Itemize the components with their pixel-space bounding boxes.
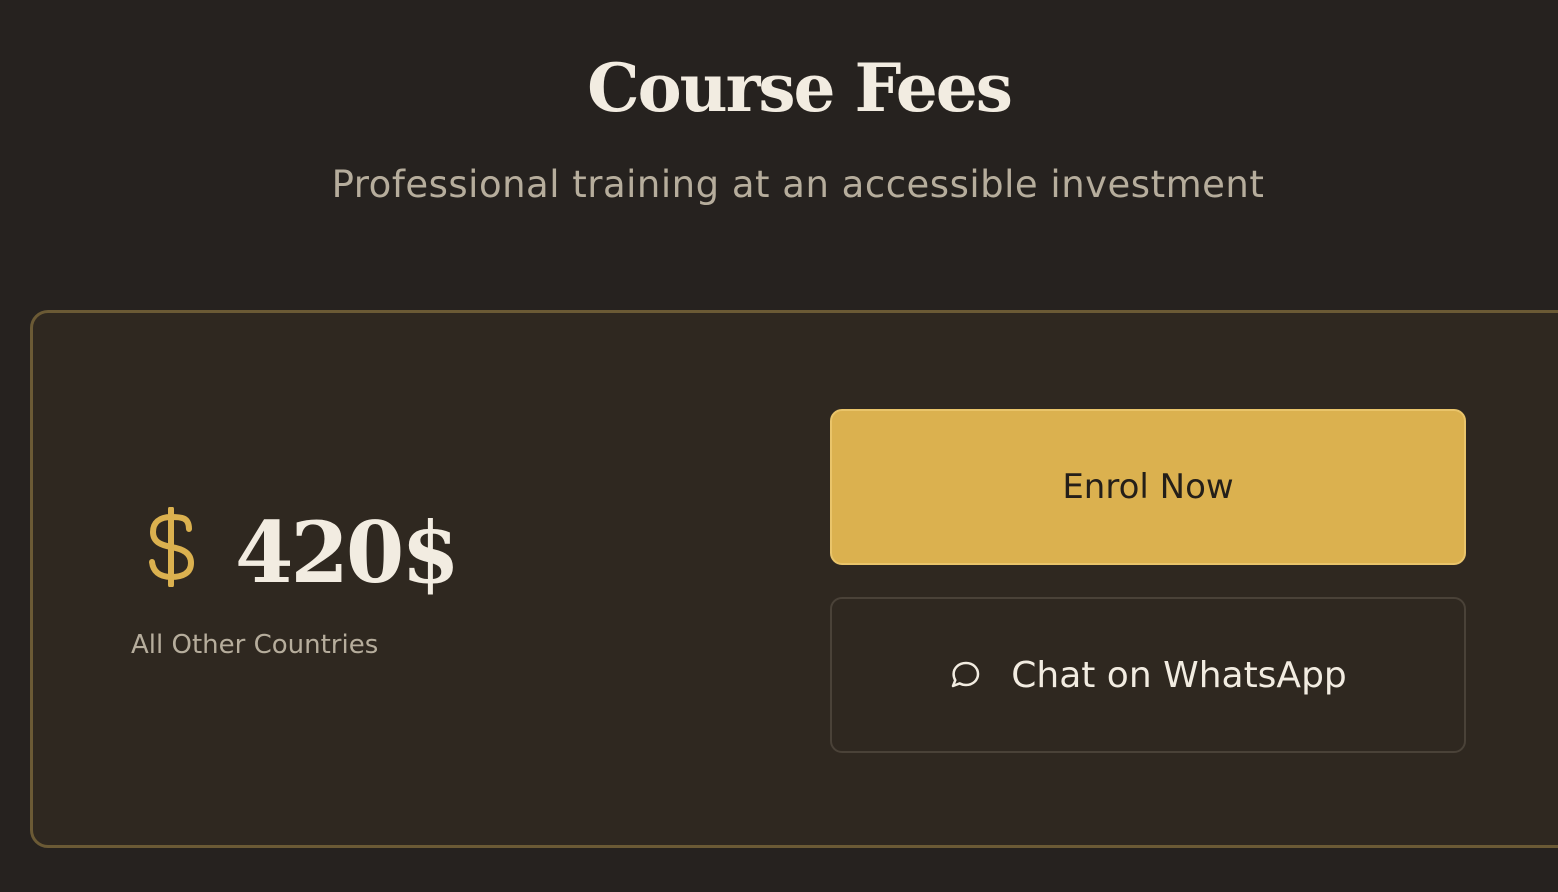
page-title: Course Fees xyxy=(587,49,1013,127)
enrol-now-button[interactable]: Enrol Now xyxy=(830,409,1466,565)
fee-card: 420$ All Other Countries Enrol Now Chat … xyxy=(30,310,1558,848)
region-label: All Other Countries xyxy=(131,630,379,660)
chat-on-whatsapp-label: Chat on WhatsApp xyxy=(1011,654,1347,696)
chat-on-whatsapp-button[interactable]: Chat on WhatsApp xyxy=(830,597,1466,753)
page-subtitle: Professional training at an accessible i… xyxy=(331,163,1265,206)
price-amount: 420$ xyxy=(235,503,460,602)
enrol-now-label: Enrol Now xyxy=(1062,467,1234,507)
dollar-icon xyxy=(149,507,195,587)
chat-bubble-icon xyxy=(951,661,980,688)
